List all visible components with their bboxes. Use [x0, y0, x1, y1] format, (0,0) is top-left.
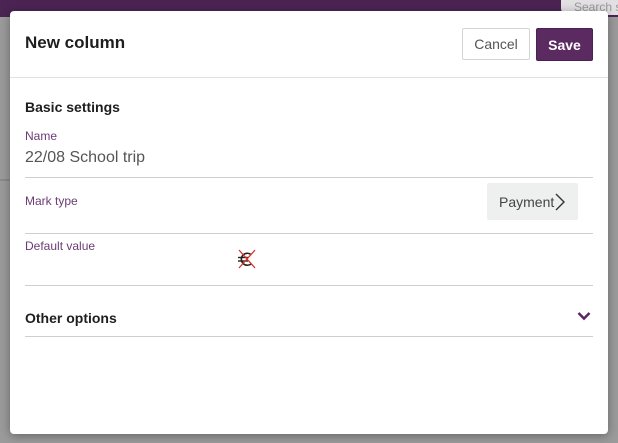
save-button[interactable]: Save [536, 28, 593, 61]
other-options-toggle[interactable]: Other options [25, 310, 117, 326]
chevron-right-icon [555, 193, 565, 211]
mark-type-divider [25, 233, 593, 234]
name-divider [25, 177, 593, 178]
other-options-divider [25, 336, 593, 337]
header-divider [10, 77, 608, 78]
default-value-label: Default value [25, 239, 96, 253]
cancel-button[interactable]: Cancel [462, 28, 530, 60]
mark-type-label: Mark type [25, 194, 78, 208]
mark-type-value: Payment [499, 193, 555, 210]
no-currency-icon[interactable] [235, 248, 257, 270]
default-value-divider [25, 285, 593, 286]
chevron-down-icon[interactable] [577, 310, 591, 322]
name-label: Name [25, 129, 58, 143]
mark-type-selector[interactable]: Payment [487, 183, 578, 220]
name-field[interactable]: 22/08 School trip [25, 149, 145, 167]
section-title-basic-settings: Basic settings [25, 99, 120, 115]
new-column-dialog: New column Cancel Save Basic settings Na… [10, 11, 608, 434]
dialog-title: New column [25, 33, 126, 52]
